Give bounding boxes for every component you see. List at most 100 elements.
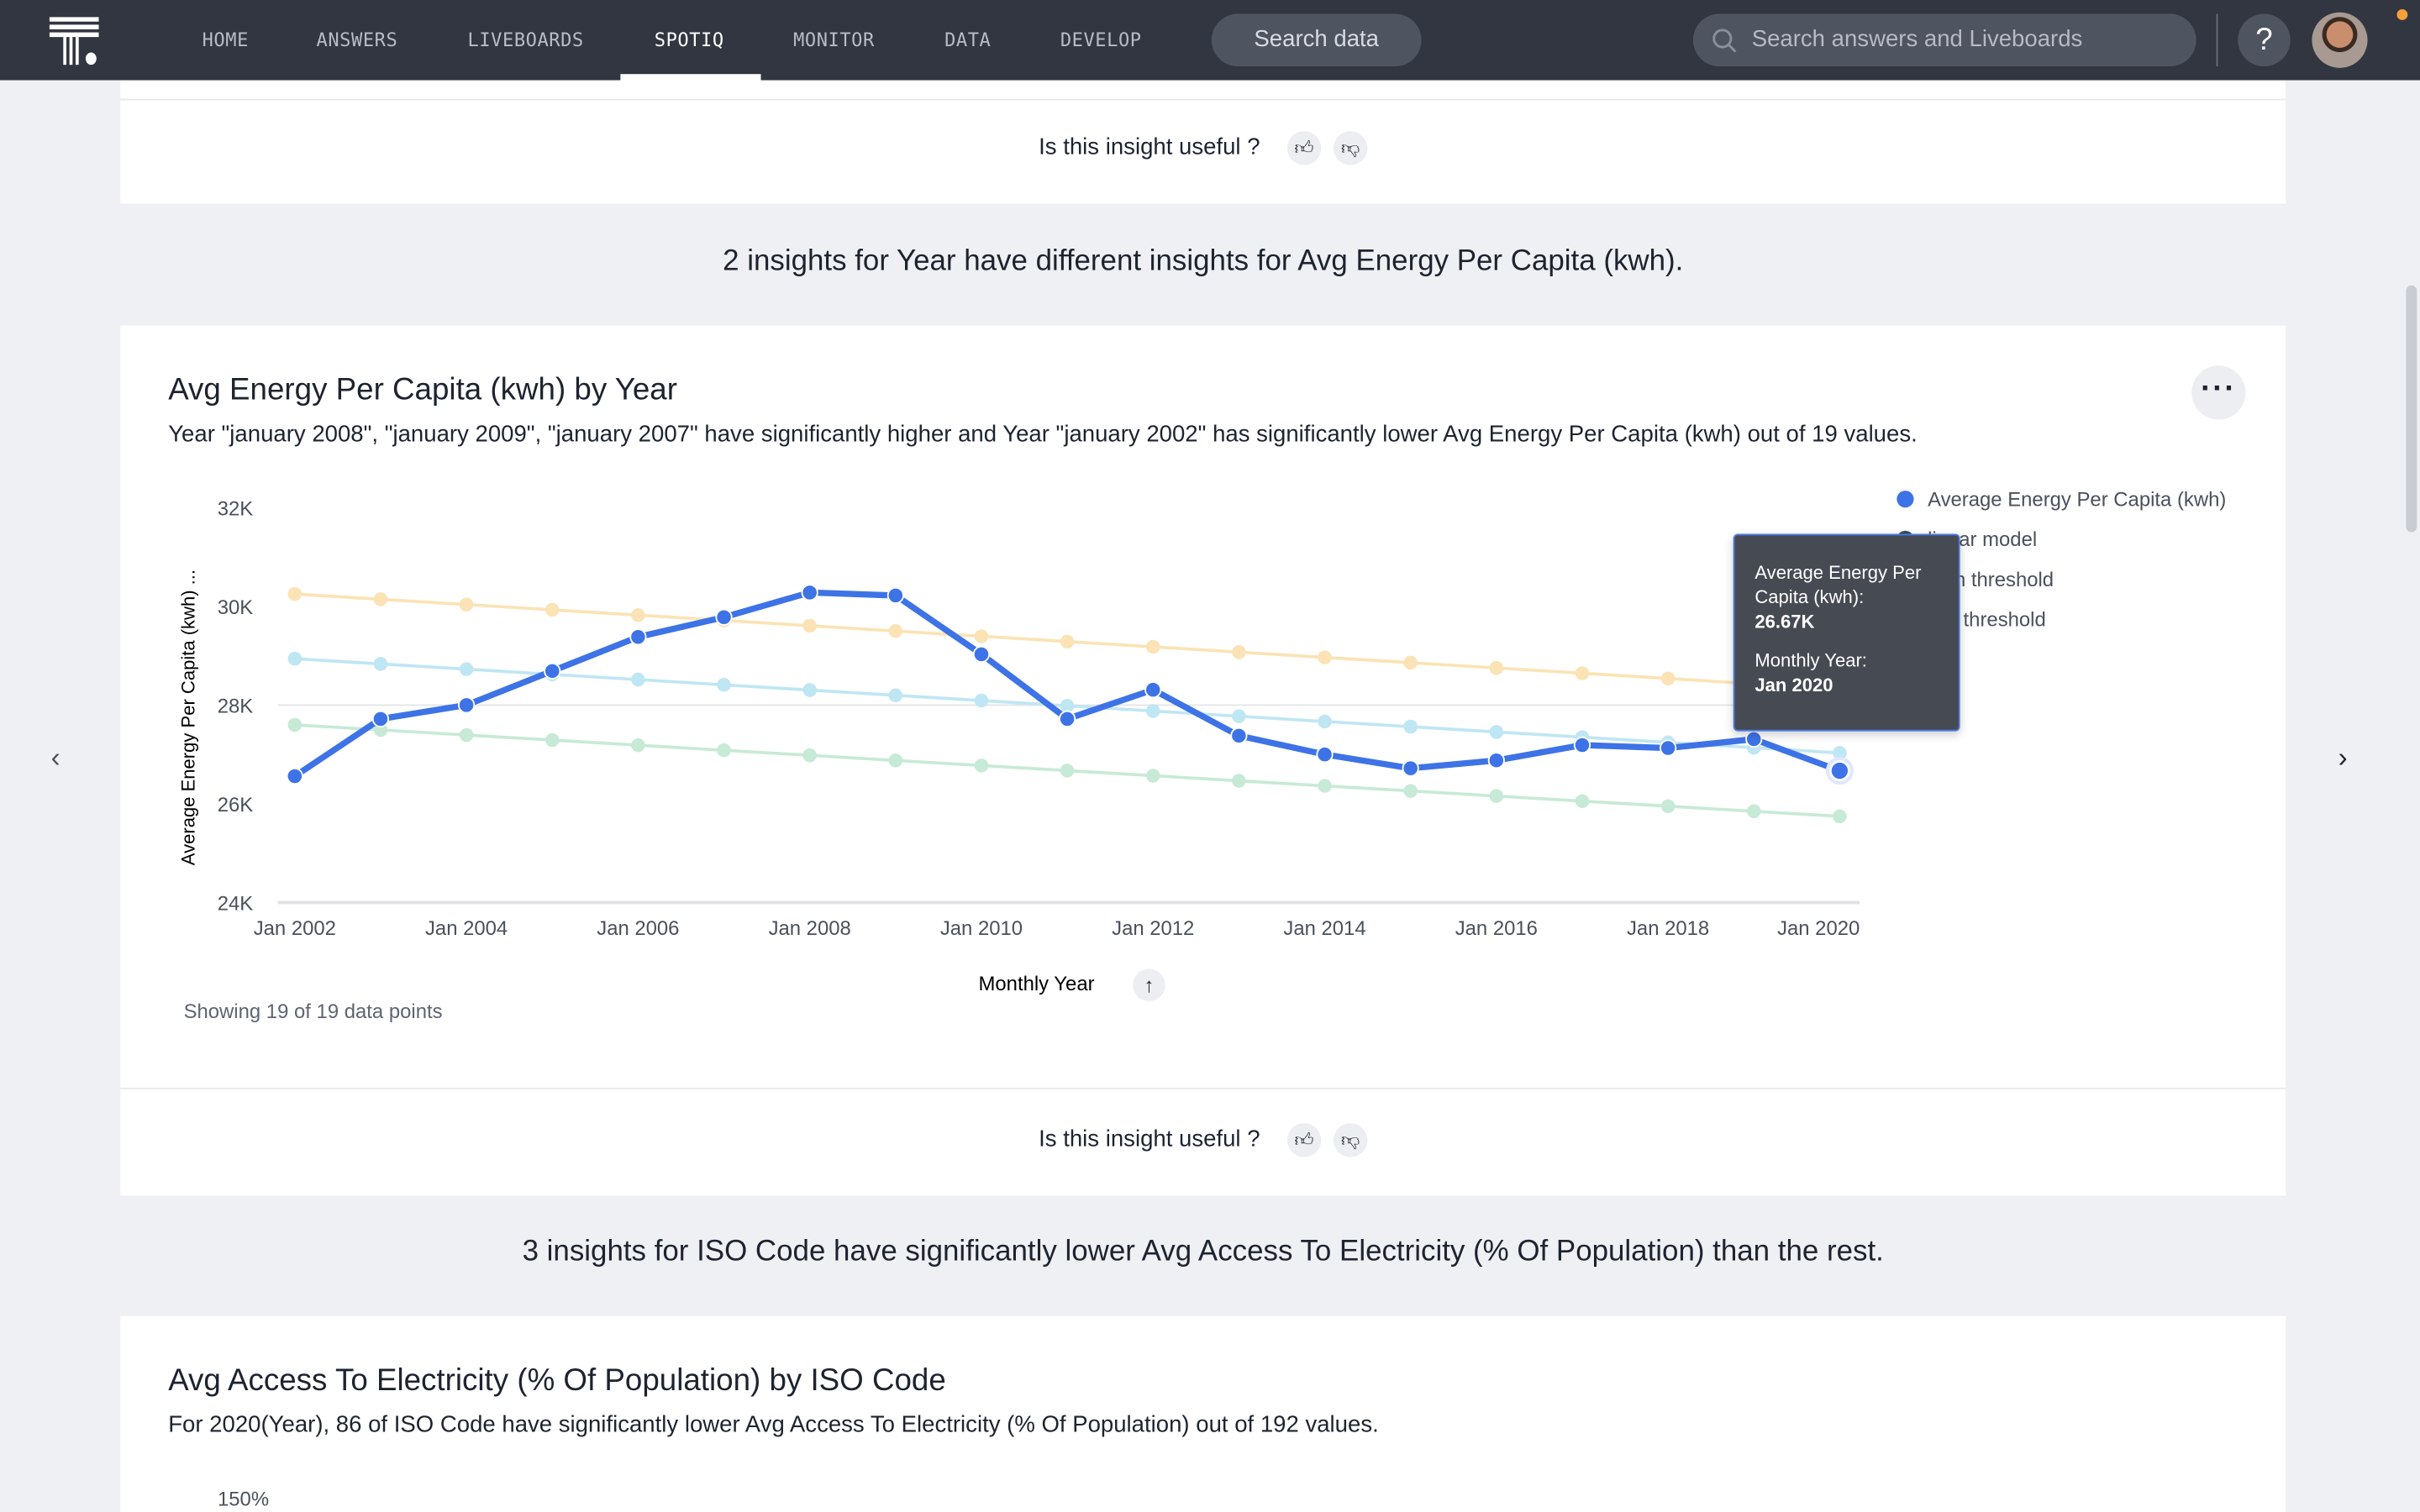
highlighted-point: [1828, 760, 1850, 781]
legend-label: Average Energy Per Capita (kwh): [1928, 487, 2227, 511]
data-point: [888, 623, 903, 638]
data-point: [287, 717, 302, 732]
data-point: [371, 710, 390, 727]
y-tick-label: 30K: [218, 596, 254, 619]
data-point: [1573, 736, 1591, 754]
data-point: [631, 672, 645, 687]
series-average-energy-per-capita-kwh-: [286, 584, 1849, 785]
data-point: [1060, 764, 1075, 778]
x-tick-label: Jan 2018: [1627, 917, 1709, 940]
x-tick-label: Jan 2008: [769, 917, 851, 940]
data-point: [974, 759, 989, 773]
data-point: [1833, 809, 1847, 824]
data-point: [1232, 774, 1246, 788]
data-point: [1487, 752, 1505, 769]
thumbs-up-icon: 👍︎: [1294, 1129, 1314, 1152]
data-point: [373, 657, 388, 671]
data-point: [802, 683, 817, 697]
data-point: [1145, 769, 1160, 783]
data-point: [1575, 666, 1590, 680]
data-point: [458, 696, 476, 714]
data-point: [1318, 650, 1332, 664]
data-point: [1660, 739, 1677, 757]
data-point: [1060, 634, 1075, 649]
data-point: [629, 628, 647, 646]
data-point: [1145, 704, 1160, 718]
x-tick-label: Jan 2012: [1112, 917, 1194, 940]
data-point: [1318, 779, 1332, 793]
data-point: [286, 767, 303, 785]
data-point: [1144, 681, 1162, 699]
chevron-left-icon: ‹: [50, 742, 60, 774]
data-point: [801, 584, 818, 601]
data-point: [1230, 727, 1248, 744]
chevron-right-icon: ›: [2338, 742, 2348, 774]
x-tick-label: Jan 2002: [254, 917, 336, 940]
legend-item[interactable]: Average Energy Per Capita (kwh): [1897, 487, 2226, 512]
series-low-threshold: [287, 717, 1847, 824]
data-point: [972, 645, 991, 663]
data-point: [1402, 759, 1419, 777]
data-point: [717, 678, 731, 692]
x-axis-label: Monthly Year: [978, 972, 1095, 995]
data-point: [717, 743, 731, 758]
data-point: [373, 592, 388, 606]
chart-tooltip: Average Energy Per Capita (kwh): 26.67K …: [1733, 533, 1960, 732]
x-tick-label: Jan 2016: [1455, 917, 1538, 940]
section-heading: 3 insights for ISO Code have significant…: [522, 1236, 1884, 1268]
thumbs-up-button[interactable]: 👍︎: [1286, 1123, 1322, 1158]
data-point: [974, 693, 989, 708]
app: HOME ANSWERS LIVEBOARDS SPOTIQ MONITOR D…: [0, 0, 2420, 1512]
data-point: [1403, 719, 1418, 734]
data-point: [1318, 714, 1332, 729]
data-point: [1059, 710, 1076, 727]
tooltip-value: 26.67K: [1754, 611, 1815, 633]
sort-button[interactable]: ↑: [1133, 969, 1165, 1002]
tooltip-label: Monthly Year:: [1754, 649, 1867, 671]
y-axis-label: Average Energy Per Capita (kwh) ...: [177, 570, 198, 865]
previous-insight-button[interactable]: ‹: [51, 742, 60, 774]
data-point: [802, 618, 817, 633]
data-point: [1660, 799, 1676, 814]
legend-dot: [1897, 491, 1914, 508]
data-point: [974, 629, 989, 643]
data-point: [1489, 660, 1504, 675]
feedback-question: Is this insight useful ?: [1039, 1126, 1260, 1153]
data-point: [459, 597, 474, 612]
data-point: [631, 608, 645, 622]
data-point: [888, 753, 903, 768]
data-point: [287, 651, 302, 666]
data-point: [802, 748, 817, 763]
data-point: [1489, 725, 1504, 739]
thumbs-down-button[interactable]: 👎︎: [1333, 1123, 1368, 1158]
divider: [120, 1087, 2286, 1089]
data-point: [1403, 784, 1418, 798]
y-tick-label: 24K: [218, 893, 254, 916]
series-high-threshold: [287, 586, 1847, 696]
y-tick-label: 32K: [218, 497, 254, 520]
data-point: [1316, 746, 1334, 764]
y-tick-label: 28K: [218, 696, 254, 718]
tooltip-value: Jan 2020: [1754, 674, 1833, 696]
data-point: [544, 602, 560, 617]
data-point: [1232, 645, 1246, 659]
card-description: For 2020(Year), 86 of ISO Code have sign…: [168, 1411, 1379, 1438]
y-axis-tick: 150%: [217, 1487, 270, 1511]
data-point: [459, 727, 474, 743]
data-point: [544, 662, 561, 680]
data-point: [631, 738, 645, 753]
data-point: [1745, 730, 1763, 748]
data-point: [1403, 655, 1418, 670]
arrow-up-icon: ↑: [1144, 973, 1155, 997]
data-point: [1575, 794, 1590, 808]
data-point: [287, 586, 302, 601]
next-insight-button[interactable]: ›: [2338, 742, 2348, 774]
thumbs-down-icon: 👎︎: [1340, 1129, 1360, 1152]
data-point: [1746, 804, 1761, 819]
data-point: [1489, 789, 1504, 803]
data-point: [544, 732, 560, 748]
data-point: [886, 586, 904, 605]
y-tick-label: 26K: [218, 794, 254, 816]
data-point: [459, 662, 474, 676]
scrollbar-thumb[interactable]: [2406, 285, 2417, 533]
